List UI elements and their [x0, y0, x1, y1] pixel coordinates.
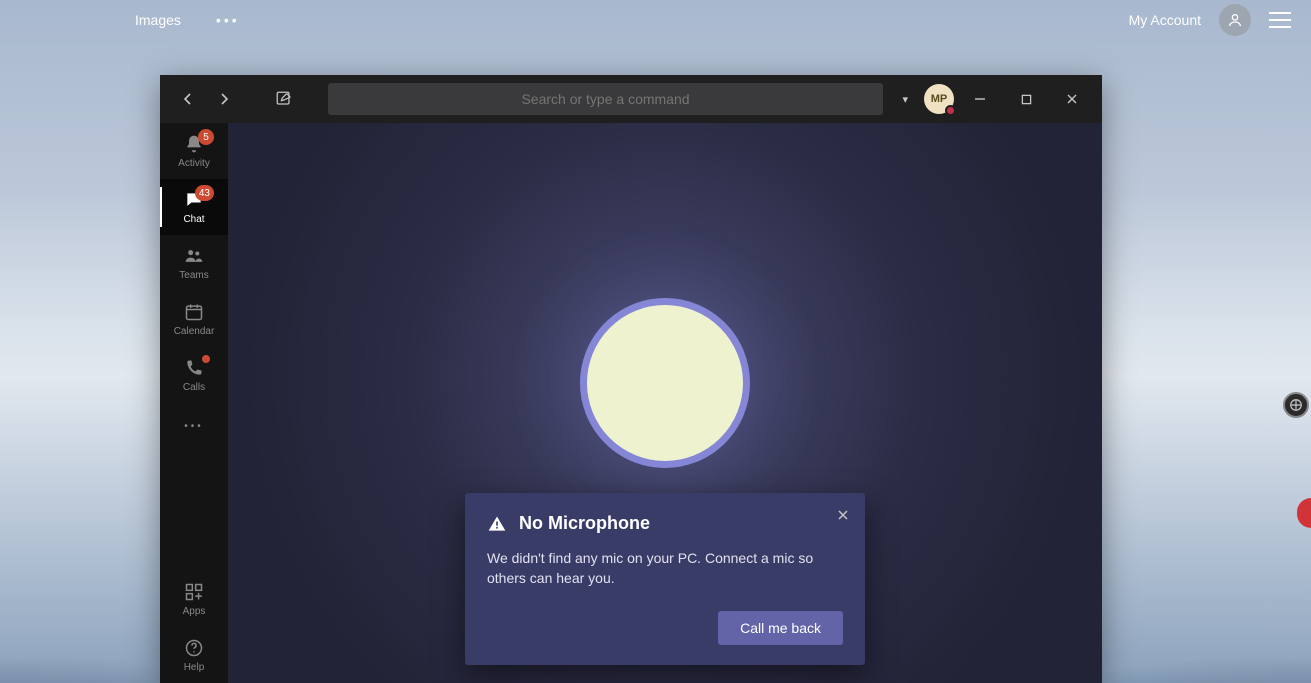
command-search-input[interactable]: [328, 91, 883, 107]
rail-badge: 5: [198, 129, 214, 145]
browser-top-bar: Images ••• My Account: [0, 0, 1311, 40]
warning-icon: [487, 514, 507, 534]
no-microphone-dialog: No Microphone We didn't find any mic on …: [465, 493, 865, 665]
nav-back-button[interactable]: [172, 83, 204, 115]
images-link[interactable]: Images: [135, 12, 181, 28]
rail-label: Help: [184, 662, 205, 673]
window-minimize-button[interactable]: [960, 83, 1000, 115]
rail-badge: 43: [195, 185, 214, 201]
help-icon: [183, 637, 205, 659]
dialog-close-button[interactable]: [831, 503, 855, 527]
presence-busy-icon: [945, 105, 956, 116]
command-search[interactable]: [328, 83, 883, 115]
people-icon: [183, 245, 205, 267]
new-message-icon[interactable]: [268, 83, 300, 115]
rail-activity[interactable]: Activity 5: [160, 123, 228, 179]
profile-avatar[interactable]: MP: [924, 84, 954, 114]
call-stage: No Microphone We didn't find any mic on …: [228, 123, 1102, 683]
more-icon: •••: [184, 421, 204, 432]
rail-teams[interactable]: Teams: [160, 235, 228, 291]
rail-label: Teams: [179, 270, 208, 281]
teams-titlebar: ▾ MP: [160, 75, 1102, 123]
rail-label: Chat: [183, 214, 204, 225]
rail-label: Calls: [183, 382, 205, 393]
window-close-button[interactable]: [1052, 83, 1092, 115]
my-account-link[interactable]: My Account: [1129, 12, 1201, 28]
rail-label: Activity: [178, 158, 210, 169]
chevron-down-icon[interactable]: ▾: [892, 93, 918, 106]
call-participant-avatar: [580, 298, 750, 468]
rail-label: Apps: [183, 606, 206, 617]
rail-calendar[interactable]: Calendar: [160, 291, 228, 347]
apps-icon: [183, 581, 205, 603]
rail-more[interactable]: •••: [160, 403, 228, 449]
calendar-icon: [183, 301, 205, 323]
app-rail: Activity 5 Chat 43 Teams Cal: [160, 123, 228, 683]
call-me-back-button[interactable]: Call me back: [718, 611, 843, 645]
teams-window: ▾ MP Activity 5: [160, 75, 1102, 683]
profile-initials: MP: [931, 93, 948, 105]
accessibility-fab-icon[interactable]: [1283, 392, 1309, 418]
dialog-title-text: No Microphone: [519, 513, 650, 534]
rail-label: Calendar: [174, 326, 215, 337]
rail-calls[interactable]: Calls: [160, 347, 228, 403]
overflow-menu-icon[interactable]: •••: [216, 12, 240, 28]
rail-chat[interactable]: Chat 43: [160, 179, 228, 235]
rail-dot-badge: [202, 355, 210, 363]
account-avatar-icon[interactable]: [1219, 4, 1251, 36]
dialog-body-text: We didn't find any mic on your PC. Conne…: [487, 548, 843, 589]
rail-help[interactable]: Help: [160, 627, 228, 683]
hamburger-menu-icon[interactable]: [1269, 12, 1291, 28]
window-maximize-button[interactable]: [1006, 83, 1046, 115]
rail-apps[interactable]: Apps: [160, 571, 228, 627]
nav-forward-button[interactable]: [208, 83, 240, 115]
